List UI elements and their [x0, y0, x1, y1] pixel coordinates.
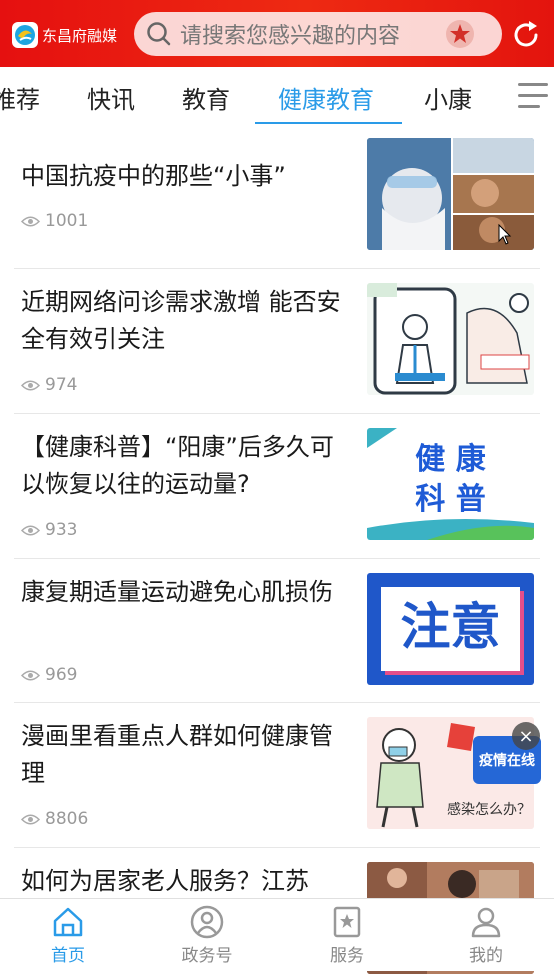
article-title: 近期网络问诊需求激增 能否安全有效引关注	[21, 288, 341, 353]
star-bookmark-icon	[333, 906, 361, 938]
article-title: 中国抗疫中的那些“小事”	[21, 162, 286, 190]
nav-label: 我的	[469, 946, 503, 966]
category-tabs: 推荐 快讯 教育 健康教育 小康	[0, 67, 554, 123]
view-count-value: 8806	[45, 809, 89, 829]
person-badge-icon	[190, 905, 224, 939]
refresh-icon[interactable]	[510, 19, 542, 51]
nav-gov-account[interactable]: 政务号	[162, 905, 252, 966]
nav-home[interactable]: 首页	[23, 905, 113, 966]
article-thumbnail: 健 康 科 普	[367, 428, 534, 540]
article-title: 如何为居家老人服务？江苏	[21, 867, 309, 895]
view-count: 1001	[21, 211, 88, 231]
article-title: 漫画里看重点人群如何健康管理	[21, 722, 333, 787]
article-title: 【健康科普】“阳康”后多久可以恢复以往的运动量?	[21, 433, 334, 498]
close-icon[interactable]: ×	[512, 722, 540, 750]
tab-news[interactable]: 快讯	[87, 80, 135, 115]
search-input[interactable]: 请搜索您感兴趣的内容	[134, 12, 502, 56]
eye-icon	[21, 525, 40, 535]
eye-icon	[21, 216, 40, 226]
nav-label: 政务号	[181, 946, 233, 966]
thumb-text: 感染怎么办？	[447, 802, 531, 818]
tab-recommend[interactable]: 推荐	[0, 80, 40, 115]
nav-label: 首页	[51, 946, 85, 966]
article-title: 康复期适量运动避免心肌损伤	[21, 578, 333, 606]
thumb-text: 注意	[400, 598, 501, 656]
article-thumbnail: 注意	[367, 573, 534, 685]
article-item[interactable]: 近期网络问诊需求激增 能否安全有效引关注 974	[14, 269, 540, 414]
view-count-value: 974	[45, 375, 78, 395]
home-icon	[53, 907, 83, 937]
view-count: 969	[21, 665, 77, 685]
app-logo[interactable]: 东昌府融媒	[12, 22, 117, 48]
logo-text: 东昌府融媒	[42, 26, 118, 45]
nav-label: 服务	[330, 946, 364, 966]
bottom-nav: 首页 政务号 服务 我的	[0, 898, 554, 971]
tab-education[interactable]: 教育	[182, 80, 230, 115]
view-count-value: 1001	[45, 211, 89, 231]
eye-icon	[21, 380, 40, 390]
article-item[interactable]: 中国抗疫中的那些“小事” 1001	[14, 125, 540, 269]
app-header: 东昌府融媒 请搜索您感兴趣的内容	[0, 0, 554, 67]
user-icon	[471, 907, 501, 938]
search-placeholder: 请搜索您感兴趣的内容	[180, 24, 401, 49]
tab-health-education[interactable]: 健康教育	[278, 80, 374, 115]
view-count: 8806	[21, 809, 88, 829]
view-count: 974	[21, 375, 77, 395]
active-tab-indicator	[255, 122, 402, 124]
article-thumbnail	[367, 283, 534, 395]
article-item[interactable]: 【健康科普】“阳康”后多久可以恢复以往的运动量? 933 健 康 科 普	[14, 414, 540, 559]
article-item[interactable]: 漫画里看重点人群如何健康管理 8806 感染怎么办？	[14, 703, 540, 848]
tab-menu-icon[interactable]	[518, 83, 548, 108]
article-thumbnail	[367, 138, 534, 250]
view-count: 933	[21, 520, 77, 540]
nav-mine[interactable]: 我的	[441, 905, 531, 966]
nav-services[interactable]: 服务	[302, 905, 392, 966]
thumb-text: 健 康	[415, 442, 486, 477]
thumb-text: 科 普	[415, 482, 486, 517]
tab-xiaokang[interactable]: 小康	[424, 80, 472, 115]
view-count-value: 969	[45, 665, 78, 685]
eye-icon	[21, 670, 40, 680]
eye-icon	[21, 814, 40, 824]
star-emblem-icon	[446, 20, 474, 48]
article-item[interactable]: 康复期适量运动避免心肌损伤 969 注意	[14, 559, 540, 703]
search-icon	[147, 22, 171, 46]
view-count-value: 933	[45, 520, 78, 540]
logo-icon	[12, 22, 38, 48]
